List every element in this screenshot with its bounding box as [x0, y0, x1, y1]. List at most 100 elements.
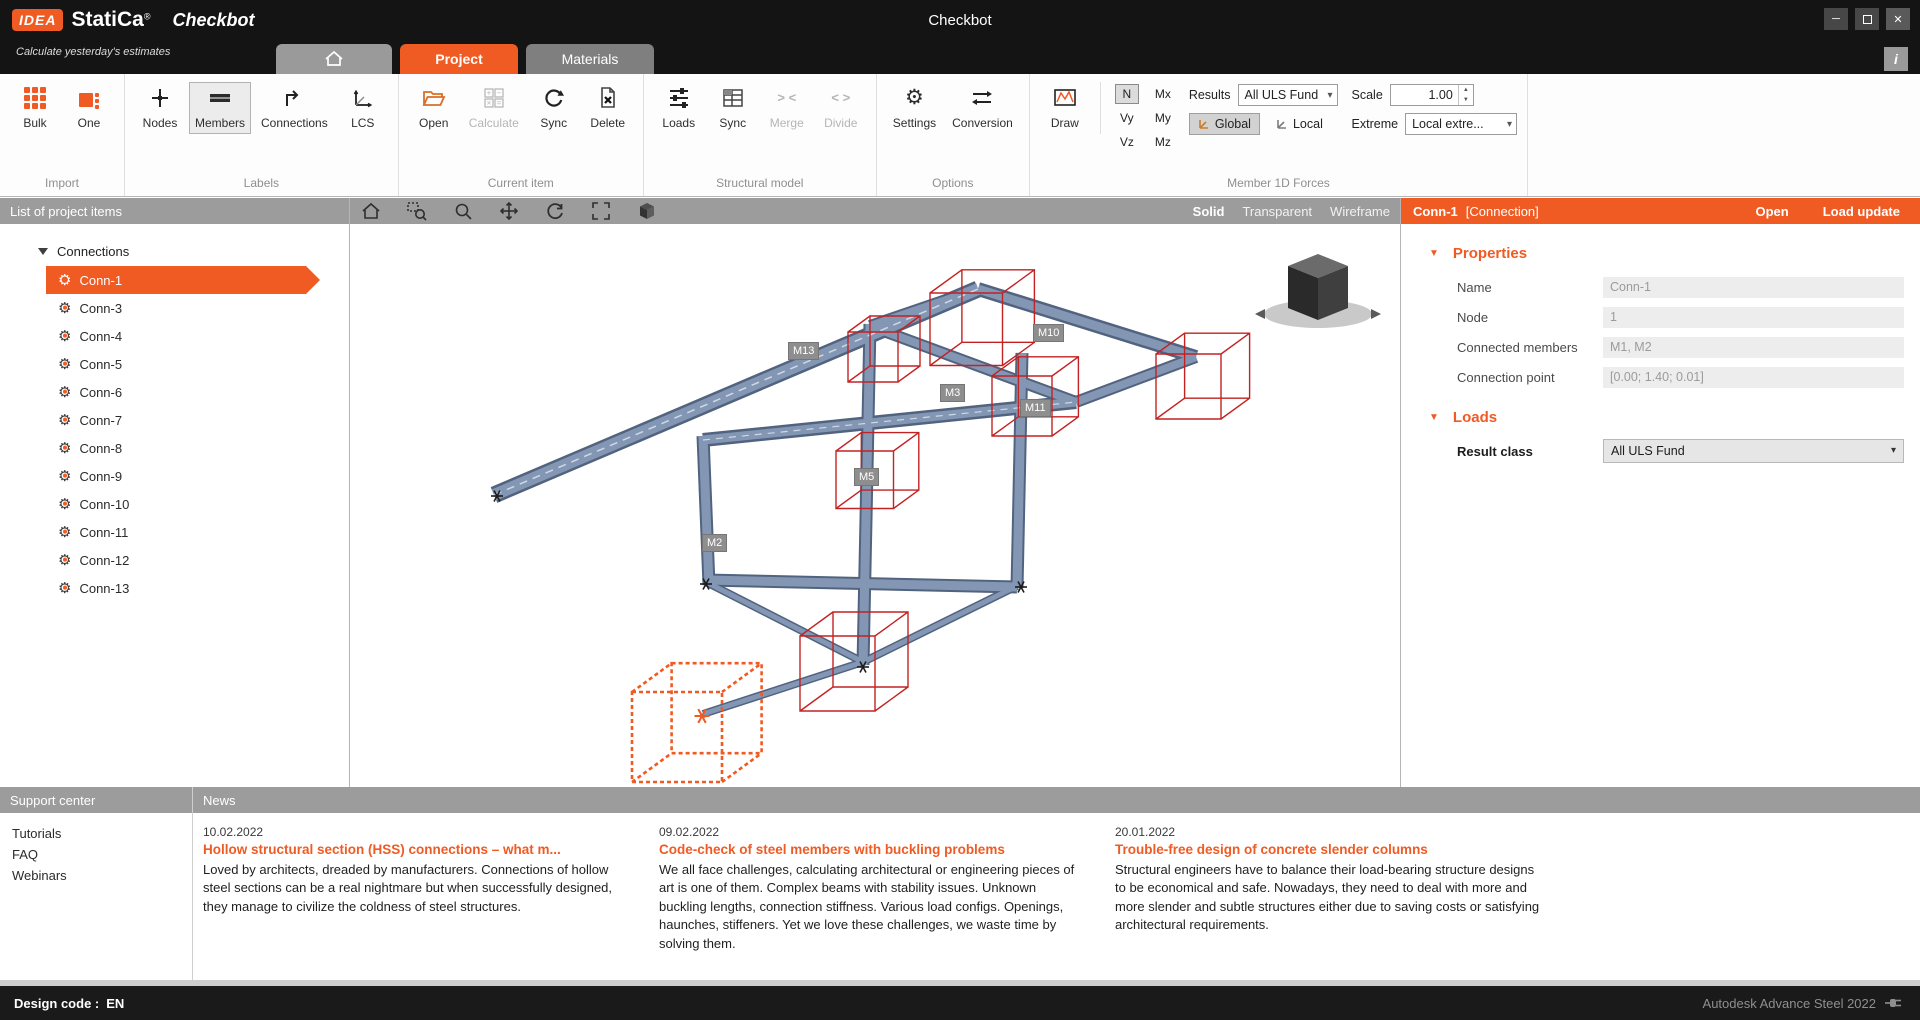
home-icon: [323, 48, 345, 70]
conversion-button[interactable]: Conversion: [946, 82, 1019, 134]
bulk-import-button[interactable]: Bulk: [10, 82, 60, 134]
load-update-button[interactable]: Load update: [1823, 204, 1900, 219]
divide-button[interactable]: < > Divide: [816, 82, 866, 134]
node-value[interactable]: 1: [1603, 307, 1904, 328]
news-article: 10.02.2022 Hollow structural section (HS…: [203, 825, 631, 953]
connections-button[interactable]: Connections: [255, 82, 334, 134]
toggle-Vz[interactable]: Vz: [1115, 132, 1139, 152]
tree-item-conn-5[interactable]: ⚙Conn-5: [46, 350, 320, 378]
selected-connection-cube: [632, 663, 762, 782]
zoom-window-icon[interactable]: [406, 200, 428, 222]
sync-item-button[interactable]: Sync: [529, 82, 579, 134]
rotate-icon[interactable]: [544, 200, 566, 222]
tree-item-conn-3[interactable]: ⚙Conn-3: [46, 294, 320, 322]
link-webinars[interactable]: Webinars: [12, 867, 180, 884]
maximize-button[interactable]: [1855, 8, 1879, 30]
link-tutorials[interactable]: Tutorials: [12, 825, 180, 842]
extreme-select[interactable]: Local extre... ▾: [1405, 113, 1517, 135]
nodes-button[interactable]: Nodes: [135, 82, 185, 134]
tree-item-conn-4[interactable]: ⚙Conn-4: [46, 322, 320, 350]
detail-type: [Connection]: [1466, 204, 1539, 219]
open-item-button[interactable]: Open: [409, 82, 459, 134]
settings-button[interactable]: ⚙ Settings: [887, 82, 942, 134]
toggle-N[interactable]: N: [1115, 84, 1139, 104]
tree-item-conn-11[interactable]: ⚙Conn-11: [46, 518, 320, 546]
toggle-Mx[interactable]: Mx: [1151, 84, 1175, 104]
project-tree: Connections ⚙ Conn-1 ⚙Conn-3 ⚙Conn-4 ⚙Co…: [0, 224, 349, 602]
zoom-icon[interactable]: [452, 200, 474, 222]
link-faq[interactable]: FAQ: [12, 846, 180, 863]
name-value[interactable]: Conn-1: [1603, 277, 1904, 298]
tree-item-conn-9[interactable]: ⚙Conn-9: [46, 462, 320, 490]
connection-point-value[interactable]: [0.00; 1.40; 0.01]: [1603, 367, 1904, 388]
merge-button[interactable]: > < Merge: [762, 82, 812, 134]
toggle-My[interactable]: My: [1151, 108, 1175, 128]
minimize-button[interactable]: ─: [1824, 8, 1848, 30]
draw-forces-button[interactable]: Draw: [1040, 82, 1090, 134]
collapse-properties-icon[interactable]: ▼: [1429, 248, 1439, 259]
chevron-down-icon: ▾: [1327, 90, 1332, 101]
results-select[interactable]: All ULS Fund ▾: [1238, 84, 1338, 106]
member-label[interactable]: M13: [788, 342, 819, 360]
sync-model-button[interactable]: Sync: [708, 82, 758, 134]
gear-icon: ⚙: [58, 357, 71, 372]
spinner-up-icon[interactable]: ▲: [1459, 85, 1473, 95]
member-label[interactable]: M5: [854, 468, 879, 486]
pan-icon[interactable]: [498, 200, 520, 222]
tab-home[interactable]: [276, 44, 392, 74]
svg-text:=: =: [496, 99, 501, 108]
collapse-loads-icon[interactable]: ▼: [1429, 412, 1439, 423]
article-title-link[interactable]: Code-check of steel members with bucklin…: [659, 842, 1087, 857]
one-import-icon: [77, 86, 101, 110]
render-box-icon[interactable]: [636, 200, 658, 222]
global-button[interactable]: Global: [1189, 113, 1260, 135]
group-label-import: Import: [10, 171, 114, 196]
tree-root-connections[interactable]: Connections: [0, 238, 349, 264]
article-title-link[interactable]: Trouble-free design of concrete slender …: [1115, 842, 1543, 857]
tree-item-conn-12[interactable]: ⚙Conn-12: [46, 546, 320, 574]
close-button[interactable]: ✕: [1886, 8, 1910, 30]
tree-item-conn-7[interactable]: ⚙Conn-7: [46, 406, 320, 434]
scale-input[interactable]: 1.00 ▲ ▼: [1390, 84, 1474, 106]
tree-item-conn-10[interactable]: ⚙Conn-10: [46, 490, 320, 518]
delete-item-button[interactable]: Delete: [583, 82, 633, 134]
toggle-Mz[interactable]: Mz: [1151, 132, 1175, 152]
lcs-button[interactable]: LCS: [338, 82, 388, 134]
members-button[interactable]: Members: [189, 82, 251, 134]
property-row-name: Name Conn-1: [1401, 272, 1920, 302]
open-connection-button[interactable]: Open: [1755, 204, 1788, 219]
gear-icon: ⚙: [58, 469, 71, 484]
tree-item-conn-8[interactable]: ⚙Conn-8: [46, 434, 320, 462]
local-button[interactable]: Local: [1267, 113, 1332, 135]
toggle-Vy[interactable]: Vy: [1115, 108, 1139, 128]
mode-transparent[interactable]: Transparent: [1242, 204, 1312, 219]
member-label[interactable]: M3: [940, 384, 965, 402]
tree-item-conn-1[interactable]: ⚙ Conn-1: [46, 266, 320, 294]
tree-item-conn-13[interactable]: ⚙Conn-13: [46, 574, 320, 602]
fit-view-icon[interactable]: [590, 200, 612, 222]
tab-materials[interactable]: Materials: [526, 44, 654, 74]
model-canvas[interactable]: M13 M10 M3 M11 M5 M2: [350, 224, 1400, 788]
mode-wireframe[interactable]: Wireframe: [1330, 204, 1390, 219]
spinner-down-icon[interactable]: ▼: [1459, 95, 1473, 105]
one-import-button[interactable]: One: [64, 82, 114, 134]
article-title-link[interactable]: Hollow structural section (HSS) connecti…: [203, 842, 631, 857]
bulk-import-icon: [23, 86, 47, 110]
info-button[interactable]: i: [1884, 47, 1908, 71]
calculate-button[interactable]: +−×= Calculate: [463, 82, 525, 134]
result-class-select[interactable]: All ULS Fund ▾: [1603, 439, 1904, 463]
loads-button[interactable]: Loads: [654, 82, 704, 134]
support-center-panel: Support center Tutorials FAQ Webinars: [0, 787, 192, 986]
gear-icon: ⚙: [58, 385, 71, 400]
expander-icon[interactable]: [38, 248, 48, 255]
tree-item-conn-6[interactable]: ⚙Conn-6: [46, 378, 320, 406]
checkbot-window: IDEA StatiCa® Checkbot Calculate yesterd…: [0, 0, 1920, 1020]
member-label[interactable]: M11: [1020, 399, 1051, 417]
tab-project[interactable]: Project: [400, 44, 518, 74]
mode-solid[interactable]: Solid: [1193, 204, 1225, 219]
sync-model-icon: [721, 86, 745, 110]
member-label[interactable]: M2: [702, 534, 727, 552]
view-home-icon[interactable]: [360, 200, 382, 222]
connected-members-value[interactable]: M1, M2: [1603, 337, 1904, 358]
member-label[interactable]: M10: [1033, 324, 1064, 342]
